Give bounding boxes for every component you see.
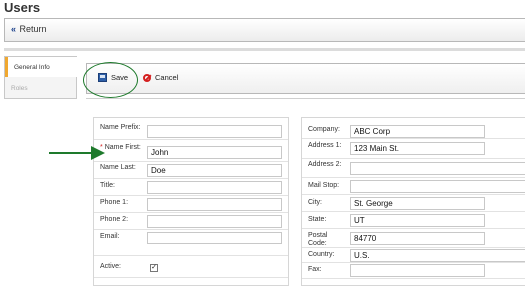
form-row-city: City: St. George <box>302 195 525 212</box>
return-label: Return <box>19 24 47 34</box>
company-field[interactable]: ABC Corp <box>350 125 485 138</box>
return-button[interactable]: « Return <box>11 24 47 34</box>
form-row-title: Title: <box>94 179 288 196</box>
form-row-phone1: Phone 1: <box>94 196 288 213</box>
name-last-field[interactable]: Doe <box>147 164 282 177</box>
city-field[interactable]: St. George <box>350 197 485 210</box>
postal-code-label: Postal Code: <box>308 232 328 247</box>
state-field[interactable]: UT <box>350 214 485 227</box>
mail-stop-label: Mail Stop: <box>308 182 340 189</box>
address1-field[interactable]: 123 Main St. <box>350 142 485 155</box>
form-row-company: Company: ABC Corp <box>302 118 525 139</box>
country-label: Country: <box>308 251 335 258</box>
phone2-label: Phone 2: <box>100 216 129 223</box>
form-row-state: State: UT <box>302 212 525 229</box>
name-first-field[interactable]: John <box>147 146 282 159</box>
prohibited-icon <box>143 73 151 82</box>
tab-roles[interactable]: Roles <box>5 78 77 98</box>
address2-field[interactable] <box>350 162 525 175</box>
cancel-button[interactable]: Cancel <box>143 73 178 82</box>
name-last-label: Name Last: <box>100 164 136 171</box>
form-row-name-last: Name Last: Doe <box>94 162 288 179</box>
active-checkbox[interactable]: ✓ <box>150 264 158 272</box>
tab-strip: General Info Roles <box>4 56 77 99</box>
name-prefix-label: Name Prefix: <box>100 124 141 131</box>
address1-label: Address 1: <box>308 142 342 149</box>
form-row-phone2: Phone 2: <box>94 213 288 230</box>
form-row-mail-stop: Mail Stop: <box>302 178 525 195</box>
form-row-fax: Fax: <box>302 263 525 279</box>
fax-field[interactable] <box>350 264 485 277</box>
form-row-country: Country: U.S. <box>302 248 525 263</box>
email-label: Email: <box>100 233 120 240</box>
postal-code-field[interactable]: 84770 <box>350 232 485 245</box>
page-title: Users <box>4 0 41 15</box>
personal-info-panel: Name Prefix: * Name First: John Name Las… <box>93 117 289 286</box>
country-field[interactable]: U.S. <box>350 249 525 262</box>
address-info-panel: Company: ABC Corp Address 1: 123 Main St… <box>301 117 525 286</box>
phone1-label: Phone 1: <box>100 199 129 206</box>
cancel-label: Cancel <box>155 73 179 82</box>
double-chevron-left-icon: « <box>11 24 16 34</box>
form-row-address2: Address 2: <box>302 159 525 178</box>
form-row-email: Email: <box>94 230 288 256</box>
form-row-name-first: * Name First: John <box>94 140 288 162</box>
title-field[interactable] <box>147 181 282 194</box>
title-label: Title: <box>100 182 115 189</box>
form-row-address1: Address 1: 123 Main St. <box>302 139 525 159</box>
form-row-active: Active: ✓ <box>94 256 288 278</box>
address2-label: Address 2: <box>308 161 342 168</box>
phone2-field[interactable] <box>147 215 282 228</box>
name-prefix-field[interactable] <box>147 125 282 138</box>
action-bar-underline <box>86 98 525 99</box>
top-toolbar: « Return <box>4 18 525 42</box>
mail-stop-field[interactable] <box>350 180 525 193</box>
phone1-field[interactable] <box>147 198 282 211</box>
save-highlight-ellipse <box>83 62 138 98</box>
annotation-arrow-icon <box>49 146 105 160</box>
email-field[interactable] <box>147 232 282 244</box>
city-label: City: <box>308 199 322 206</box>
form-row-name-prefix: Name Prefix: <box>94 118 288 140</box>
fax-label: Fax: <box>308 266 322 273</box>
header-divider <box>4 48 525 51</box>
form-row-postal-code: Postal Code: 84770 <box>302 229 525 248</box>
state-label: State: <box>308 216 327 223</box>
company-label: Company: <box>308 126 340 133</box>
active-label: Active: <box>100 263 122 270</box>
tab-general-info[interactable]: General Info <box>5 57 77 77</box>
